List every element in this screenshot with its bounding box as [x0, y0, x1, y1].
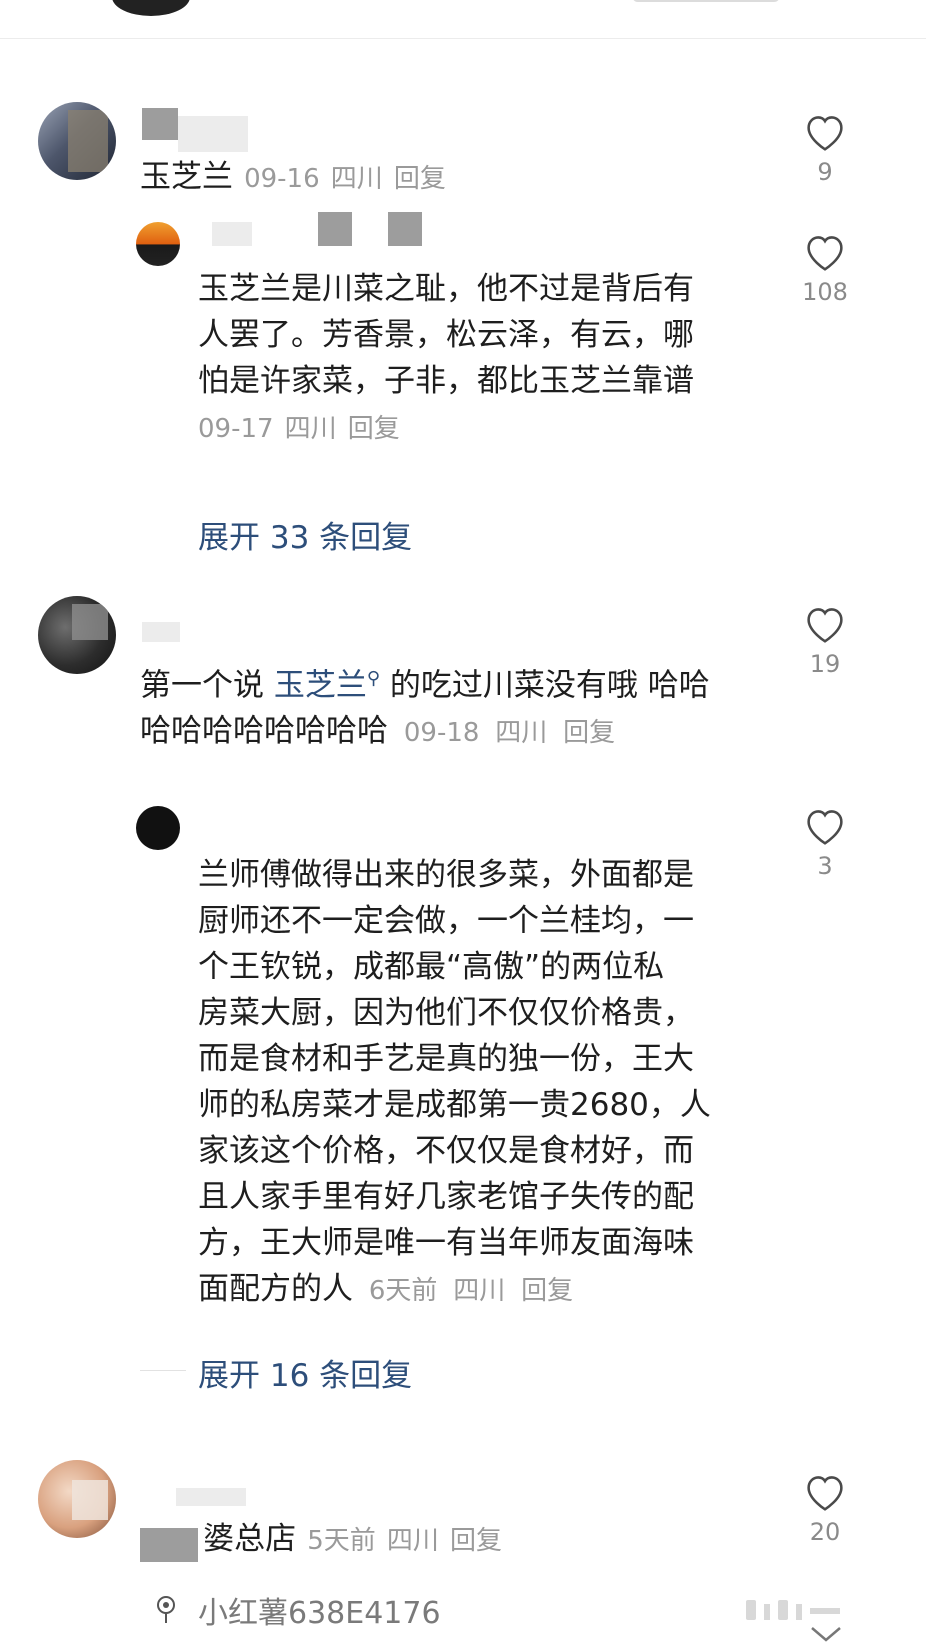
reply-body: 玉芝兰是川菜之耻，他不过是背后有 人罢了。芳香景，松云泽，有云，哪 怕是许家菜，… — [198, 266, 694, 445]
like-count: 19 — [809, 650, 841, 678]
heart-icon — [807, 116, 843, 151]
username-redacted — [140, 1527, 198, 1562]
username-redacted[interactable] — [142, 108, 178, 140]
reply-line: 师的私房菜才是成都第一贵2680，人 — [198, 1087, 711, 1123]
like-button[interactable]: 19 — [797, 604, 853, 678]
reply-button[interactable]: 回复 — [450, 1526, 502, 1556]
comment-body: 玉芝兰 09-16 四川 回复 — [140, 154, 446, 200]
reply-line: 厨师还不一定会做，一个兰桂均，一 — [198, 903, 694, 939]
avatar[interactable] — [136, 806, 180, 850]
reply-location: 四川 — [284, 414, 337, 444]
username-redacted[interactable] — [142, 622, 180, 642]
comment-body: 婆总店 5天前 四川 回复 — [140, 1516, 502, 1562]
comment-body: 第一个说 玉芝兰⚲ 的吃过川菜没有哦 哈哈 哈哈哈哈哈哈哈哈 09-18 四川 … — [140, 656, 710, 756]
like-count: 20 — [809, 1518, 841, 1546]
reply-line: 怕是许家菜，子非，都比玉芝兰靠谱 — [198, 363, 694, 399]
expand-replies-button[interactable]: 展开 33 条回复 — [198, 512, 412, 557]
comment-date: 09-16 — [244, 164, 320, 194]
reply-line: 人罢了。芳香景，松云泽，有云，哪 — [198, 317, 694, 353]
search-icon[interactable]: ⚲ — [367, 668, 380, 689]
reply-button[interactable]: 回复 — [348, 414, 400, 444]
avatar[interactable] — [38, 1460, 116, 1538]
reply-location: 四川 — [453, 1276, 506, 1306]
username-redacted[interactable] — [318, 212, 352, 246]
avatar[interactable] — [38, 596, 116, 674]
comment-location: 四川 — [330, 164, 383, 194]
comment-date: 5天前 — [307, 1526, 376, 1556]
reply-line: 而是食材和手艺是真的独一份，王大 — [198, 1041, 694, 1077]
comment-text: 婆总店 — [203, 1521, 297, 1557]
previous-action-pill[interactable] — [632, 0, 780, 2]
expand-divider — [140, 1370, 186, 1371]
reply-date: 09-17 — [198, 414, 274, 444]
comment-location: 四川 — [386, 1526, 439, 1556]
comment-text: 玉芝兰 — [140, 159, 233, 195]
reply-line: 兰师傅做得出来的很多菜，外面都是 — [198, 857, 694, 893]
reply-line: 家该这个价格，不仅仅是食材好，而 — [198, 1133, 694, 1169]
reply-line: 且人家手里有好几家老馆子失传的配 — [198, 1179, 694, 1215]
like-count: 9 — [817, 158, 833, 186]
like-button[interactable]: 3 — [797, 806, 853, 880]
location-pin-icon — [154, 1594, 178, 1628]
reply-button[interactable]: 回复 — [563, 718, 615, 748]
comment-location: 四川 — [495, 718, 548, 749]
footer-logo — [746, 1598, 896, 1620]
like-button[interactable]: 9 — [797, 112, 853, 186]
mention-link[interactable]: 玉芝兰 — [274, 667, 367, 703]
reply-button[interactable]: 回复 — [521, 1276, 573, 1306]
like-count: 3 — [817, 852, 833, 880]
heart-icon — [807, 810, 843, 845]
reply-line: 个王钦锐，成都最“高傲”的两位私 — [198, 949, 665, 985]
username-redacted — [212, 222, 252, 246]
expand-replies-button[interactable]: 展开 16 条回复 — [198, 1350, 412, 1395]
heart-icon — [807, 1476, 843, 1511]
username-redacted — [178, 116, 248, 152]
like-button[interactable]: 108 — [797, 232, 853, 306]
like-count: 108 — [802, 278, 848, 306]
username-redacted[interactable] — [176, 1488, 246, 1506]
heart-icon — [807, 608, 843, 643]
reply-body: 兰师傅做得出来的很多菜，外面都是 厨师还不一定会做，一个兰桂均，一 个王钦锐，成… — [198, 852, 711, 1314]
like-button[interactable]: 20 — [797, 1472, 853, 1546]
top-divider — [0, 38, 926, 39]
avatar[interactable] — [136, 222, 180, 266]
username-redacted — [388, 212, 422, 246]
comment-text: 哈哈哈哈哈哈哈哈 — [140, 713, 388, 750]
comment-date: 09-18 — [403, 718, 480, 749]
reply-line: 面配方的人 — [198, 1271, 353, 1307]
reply-line: 房菜大厨，因为他们不仅仅价格贵， — [198, 995, 694, 1031]
footer-username: 小红薯638E4176 — [198, 1596, 441, 1631]
avatar[interactable] — [38, 102, 116, 180]
reply-line: 方，王大师是唯一有当年师友面海味 — [198, 1225, 694, 1261]
heart-icon — [807, 236, 843, 271]
chevron-down-icon[interactable] — [808, 1626, 844, 1648]
comment-text: 第一个说 — [140, 667, 264, 704]
reply-button[interactable]: 回复 — [394, 164, 446, 194]
reply-line: 玉芝兰是川菜之耻，他不过是背后有 — [198, 271, 694, 307]
previous-avatar[interactable] — [112, 0, 190, 16]
comment-text: 的吃过川菜没有哦 哈哈 — [389, 667, 710, 704]
reply-date: 6天前 — [368, 1276, 438, 1306]
